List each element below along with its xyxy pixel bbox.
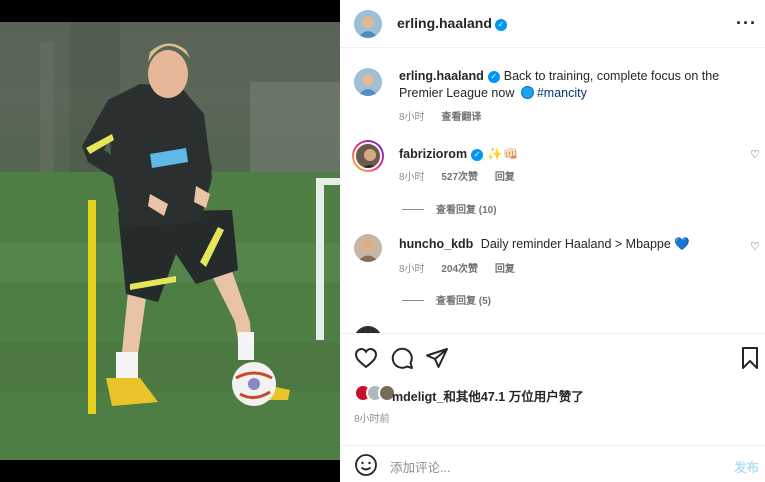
- verified-badge-icon: ✓: [471, 149, 484, 161]
- comment-avatar-story-ring[interactable]: [352, 140, 384, 172]
- comment-time[interactable]: 8小时: [399, 172, 425, 183]
- author-avatar[interactable]: [354, 10, 382, 38]
- author-username[interactable]: erling.haaland: [397, 15, 492, 31]
- emoji-picker-icon[interactable]: [354, 453, 378, 477]
- translate-link[interactable]: 查看翻译: [441, 112, 481, 123]
- reply-button[interactable]: 回复: [495, 264, 515, 275]
- caption-meta: 8小时 查看翻译: [399, 108, 495, 123]
- globe-emoji-icon: [520, 86, 534, 99]
- comment-like-heart-icon[interactable]: ♡: [750, 148, 760, 161]
- comment-avatar[interactable]: [354, 234, 382, 262]
- comments-section[interactable]: erling.haaland ✓ Back to training, complet…: [340, 48, 765, 333]
- likes-count-text[interactable]: mdeligt_和其他47.1 万位用户赞了: [392, 386, 584, 405]
- view-replies-line: [402, 209, 424, 210]
- avatar-image: [354, 68, 382, 96]
- comment-meta: 8小时 204次赞 回复: [399, 260, 529, 275]
- verified-badge-icon: ✓: [494, 19, 507, 31]
- comment-text: fabriziorom ✓ ✨👊🏻: [399, 146, 739, 163]
- comment-username[interactable]: fabriziorom: [399, 147, 467, 161]
- comment-meta: 8小时 527次赞 回复: [399, 168, 529, 183]
- post-dialog: erling.haaland ✓ ··· erling.haaland ✓ Back …: [0, 0, 765, 482]
- view-replies-label: 查看回复 (10): [436, 205, 497, 216]
- view-replies-button[interactable]: 查看回复 (5): [402, 292, 491, 307]
- verified-badge-icon: ✓: [487, 71, 500, 83]
- more-options-icon[interactable]: ···: [736, 14, 757, 32]
- reply-button[interactable]: 回复: [495, 172, 515, 183]
- training-photo-illustration: [0, 22, 340, 460]
- view-replies-line: [402, 300, 424, 301]
- hashtag-link[interactable]: #mancity: [537, 86, 587, 100]
- comment-text: huncho_kdb Daily reminder Haaland > Mbap…: [399, 236, 739, 253]
- post-photo[interactable]: [0, 22, 340, 460]
- save-bookmark-icon[interactable]: [738, 346, 762, 370]
- caption-author-avatar[interactable]: [354, 68, 382, 96]
- comment-input[interactable]: 添加评论...: [390, 457, 450, 476]
- avatar-image: [354, 234, 382, 262]
- next-comment-avatar[interactable]: [354, 326, 382, 333]
- view-replies-button[interactable]: 查看回复 (10): [402, 201, 497, 216]
- post-panel: erling.haaland ✓ ··· erling.haaland ✓ Back …: [340, 0, 765, 482]
- comment-likes[interactable]: 204次赞: [441, 264, 478, 275]
- comment-bubble-icon[interactable]: [390, 346, 414, 370]
- post-header: erling.haaland ✓ ···: [340, 0, 765, 48]
- post-time-ago[interactable]: 8小时前: [354, 410, 390, 425]
- caption-text: erling.haaland ✓ Back to training, complet…: [399, 68, 739, 102]
- post-comment-button[interactable]: 发布: [734, 457, 759, 476]
- avatar-image: [354, 142, 382, 170]
- comment-username[interactable]: huncho_kdb: [399, 237, 473, 251]
- comment-time[interactable]: 8小时: [399, 264, 425, 275]
- caption-time[interactable]: 8小时: [399, 112, 425, 123]
- comment-body: Daily reminder Haaland > Mbappe 💙: [480, 237, 690, 251]
- comment-like-heart-icon[interactable]: ♡: [750, 240, 760, 253]
- add-comment-bar: 添加评论... 发布: [340, 445, 765, 482]
- avatar-image: [354, 10, 382, 38]
- like-heart-icon[interactable]: [354, 346, 378, 370]
- author-name-row: erling.haaland ✓: [397, 15, 507, 31]
- comment-body: ✨👊🏻: [487, 147, 519, 161]
- view-replies-label: 查看回复 (5): [436, 296, 491, 307]
- post-actions: mdeligt_和其他47.1 万位用户赞了 8小时前 添加评论... 发布: [340, 333, 765, 482]
- comment-likes[interactable]: 527次赞: [441, 172, 478, 183]
- caption-username[interactable]: erling.haaland: [399, 69, 484, 83]
- share-send-icon[interactable]: [425, 346, 449, 370]
